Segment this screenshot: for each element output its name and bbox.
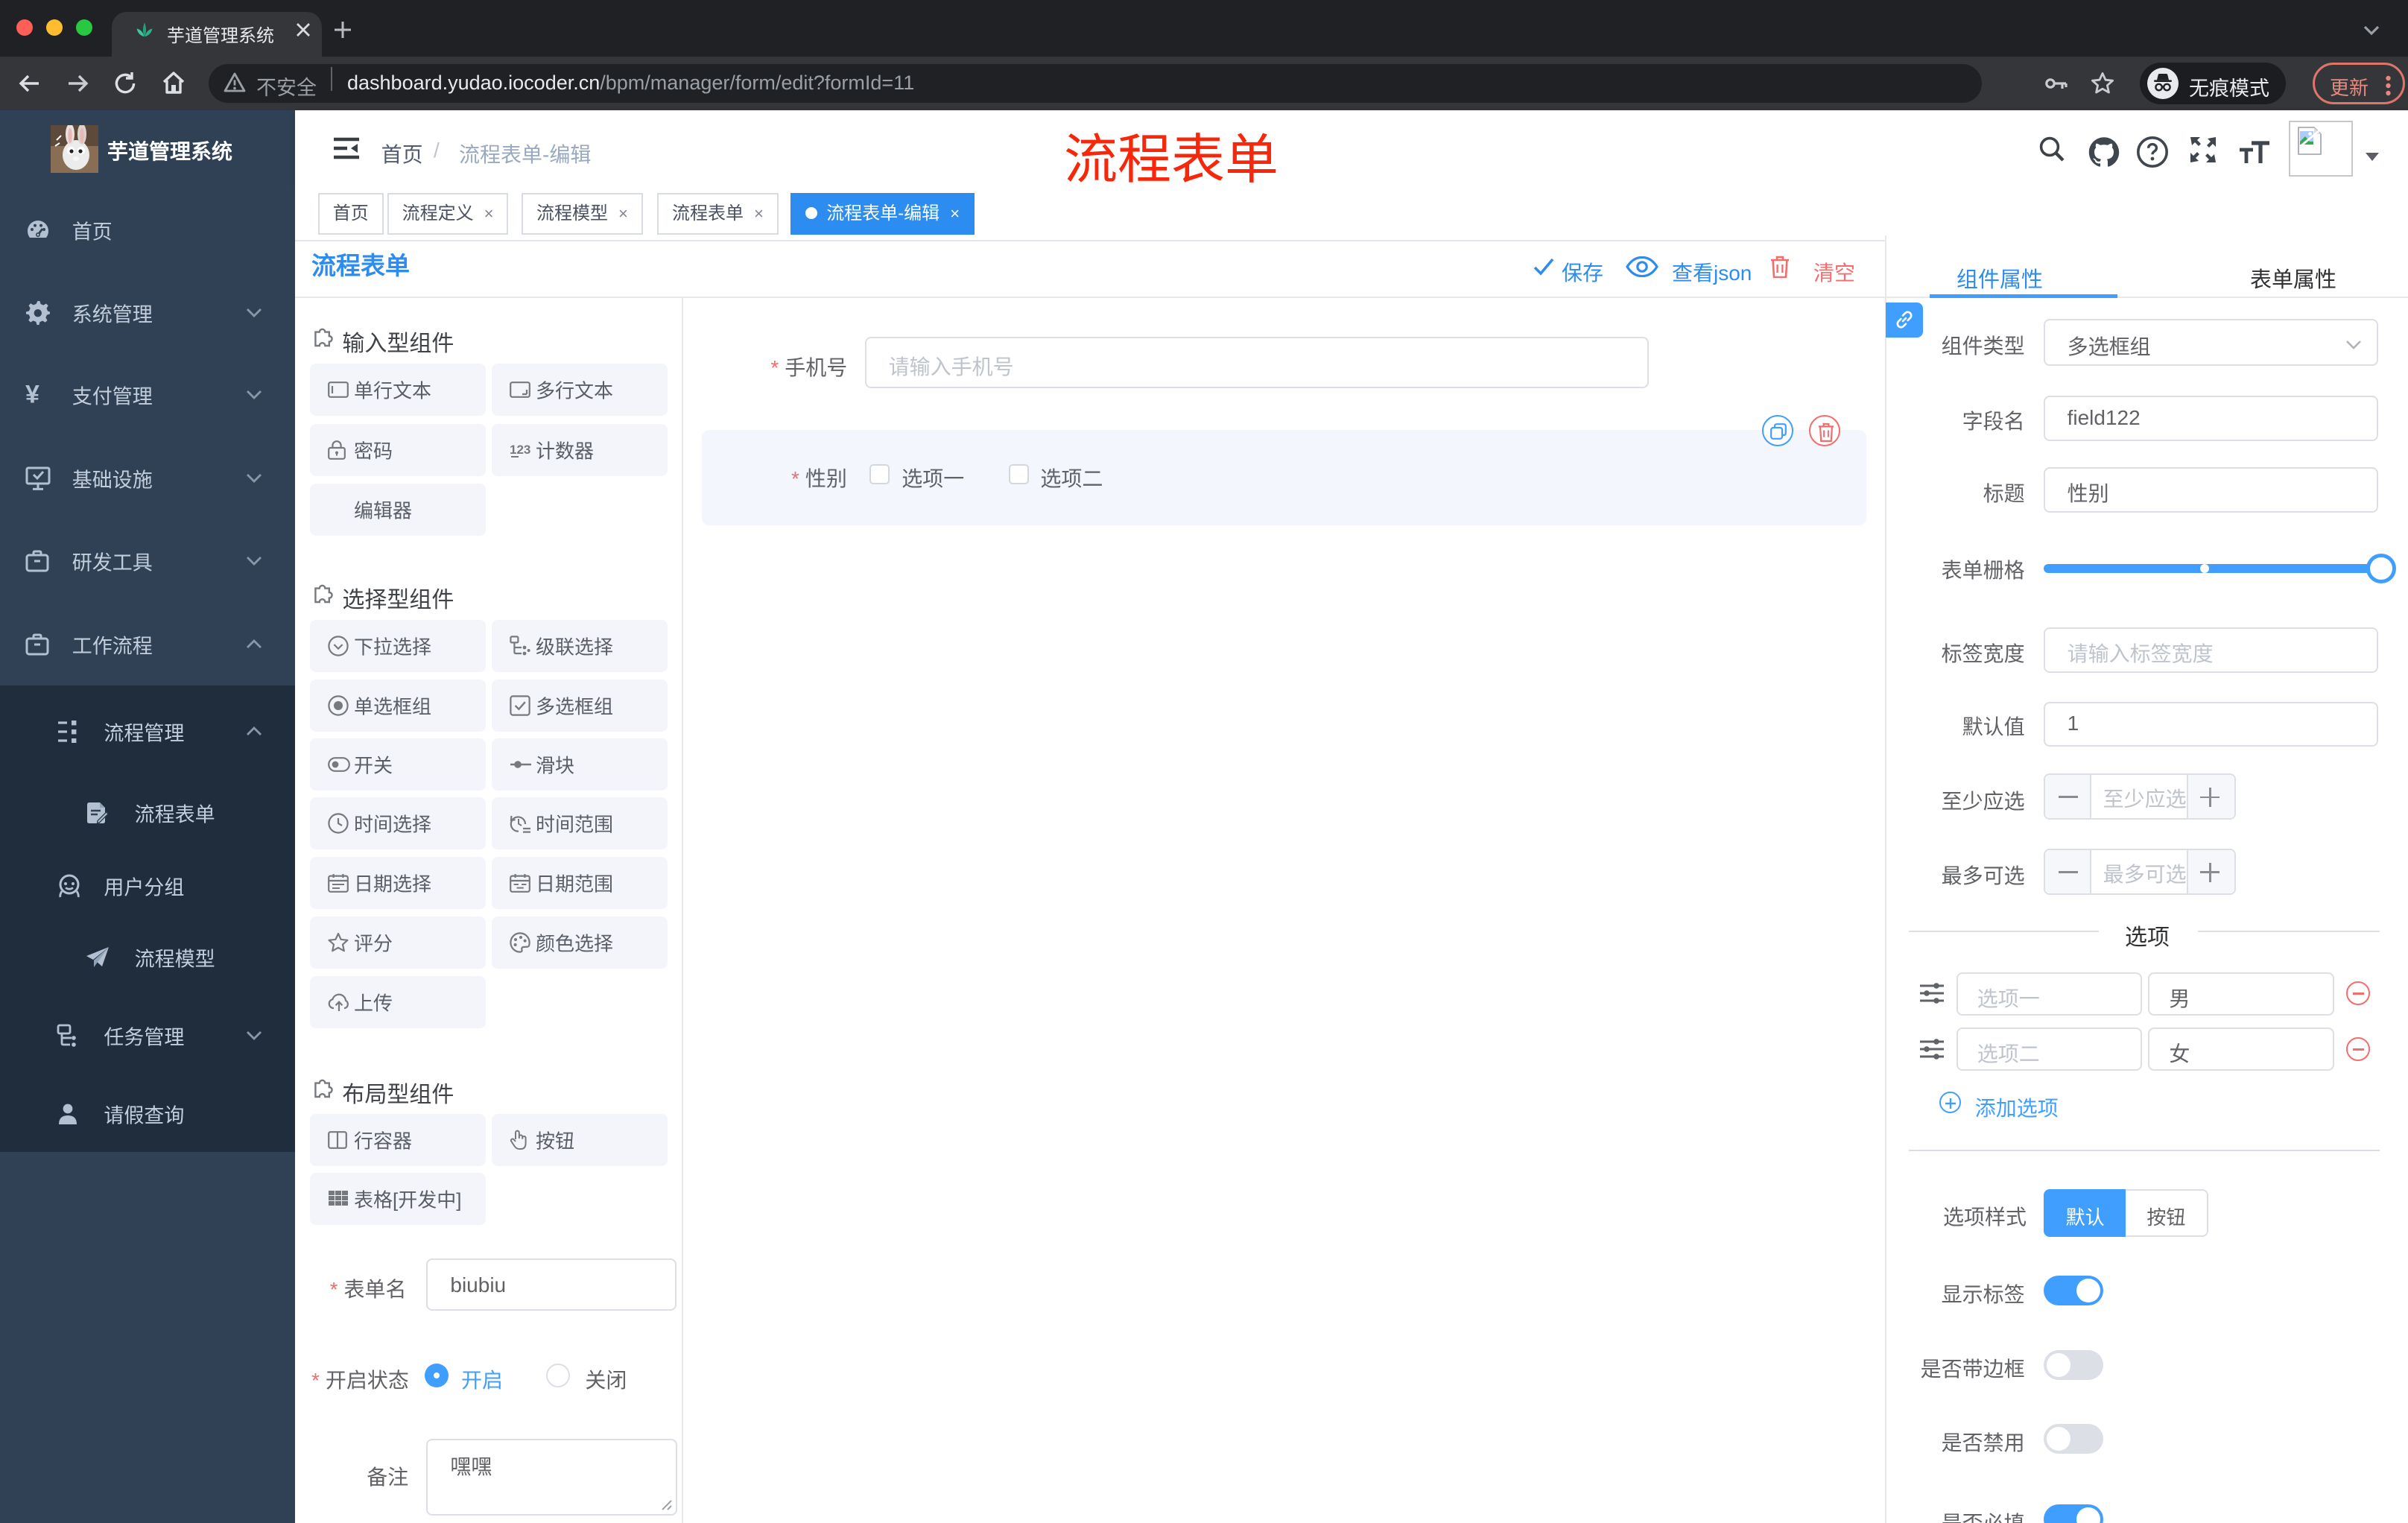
svg-text:123: 123 [510,443,530,457]
